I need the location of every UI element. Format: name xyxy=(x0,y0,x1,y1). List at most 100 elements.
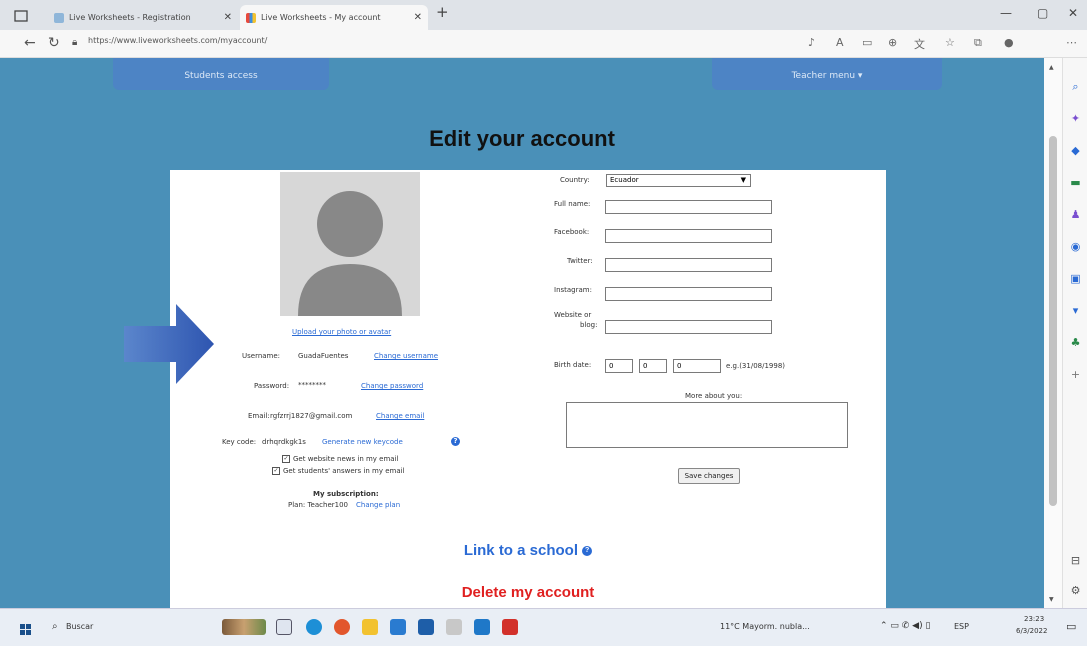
refresh-icon[interactable]: ↻ xyxy=(48,35,60,51)
tab-actions-icon[interactable] xyxy=(14,7,30,22)
birth-example-text: e.g.(31/08/1998) xyxy=(726,362,786,370)
web-page: Students access Teacher menu ▾ Edit your… xyxy=(0,58,1044,608)
scrollbar-thumb[interactable] xyxy=(1049,136,1057,506)
favorites-star-icon[interactable]: ☆ xyxy=(945,36,955,49)
tag-icon[interactable]: ◆ xyxy=(1069,144,1082,157)
clock-date[interactable]: 6/3/2022 xyxy=(1016,627,1047,635)
system-tray-icons[interactable]: ⌃ ▭ ✆ ◀) ▯ xyxy=(880,621,930,631)
file-explorer-icon[interactable] xyxy=(362,619,378,635)
delete-account-link[interactable]: Delete my account xyxy=(170,584,886,601)
upload-photo-link[interactable]: Upload your photo or avatar xyxy=(292,328,391,336)
add-icon[interactable]: + xyxy=(1069,368,1082,381)
close-tab-icon[interactable]: ✕ xyxy=(414,12,422,23)
birth-year-field[interactable]: 0 xyxy=(673,359,721,373)
outlook-taskbar-icon[interactable] xyxy=(474,619,490,635)
change-password-link[interactable]: Change password xyxy=(361,382,423,390)
worksheet-favicon-icon xyxy=(54,12,64,23)
students-access-button[interactable]: Students access xyxy=(113,58,329,90)
settings-gear-icon[interactable]: ⚙ xyxy=(1069,584,1082,597)
help-icon[interactable]: ? xyxy=(582,546,593,557)
password-value: ******** xyxy=(298,381,326,389)
worksheet-favicon-icon xyxy=(246,12,256,23)
twitter-label: Twitter: xyxy=(567,257,593,265)
email-label: Email: xyxy=(248,412,270,420)
minimize-button[interactable]: — xyxy=(1000,6,1012,20)
tab-registration[interactable]: Live Worksheets - Registration ✕ xyxy=(48,5,238,30)
sparkle-icon[interactable]: ✦ xyxy=(1069,112,1082,125)
generate-keycode-link[interactable]: Generate new keycode xyxy=(322,438,403,446)
scroll-up-icon[interactable]: ▲ xyxy=(1049,64,1054,71)
weather-widget[interactable]: 11°C Mayorm. nubla... xyxy=(720,622,810,631)
chrome-icon[interactable] xyxy=(334,619,350,635)
more-about-label: More about you: xyxy=(685,392,743,400)
zoom-icon[interactable]: ⊕ xyxy=(888,36,897,49)
tab-my-account[interactable]: Live Worksheets - My account ✕ xyxy=(240,5,428,30)
games-icon[interactable]: ♟ xyxy=(1069,208,1082,221)
panel-icon[interactable]: ⊟ xyxy=(1069,554,1082,567)
taskbar-search-icon[interactable]: ⌕ xyxy=(52,621,58,632)
new-tab-button[interactable]: + xyxy=(436,3,449,21)
edge-browser-icon[interactable] xyxy=(306,619,322,635)
collections-icon[interactable]: ⧉ xyxy=(974,36,982,50)
more-menu-icon[interactable]: ⋯ xyxy=(1066,36,1077,49)
instagram-field[interactable] xyxy=(605,287,772,301)
outlook-icon[interactable]: ▣ xyxy=(1069,272,1082,285)
more-about-textarea[interactable] xyxy=(566,402,848,448)
link-to-school-row[interactable]: Link to a school ? xyxy=(170,542,886,559)
birth-month-field[interactable]: 0 xyxy=(639,359,667,373)
briefcase-icon[interactable]: ▬ xyxy=(1069,176,1082,189)
acrobat-icon[interactable] xyxy=(502,619,518,635)
user-silhouette-icon xyxy=(298,191,402,316)
answers-checkbox-row[interactable]: ✓ Get students' answers in my email xyxy=(272,467,405,475)
news-checkbox-row[interactable]: ✓ Get website news in my email xyxy=(282,455,398,463)
scroll-down-icon[interactable]: ▼ xyxy=(1049,596,1054,603)
tool-icon[interactable] xyxy=(446,619,462,635)
page-title: Edit your account xyxy=(429,126,615,151)
url-field[interactable]: https://www.liveworksheets.com/myaccount… xyxy=(88,36,267,45)
change-plan-link[interactable]: Change plan xyxy=(356,501,400,509)
tree-icon[interactable]: ♣ xyxy=(1069,336,1082,349)
website-field[interactable] xyxy=(605,320,772,334)
close-tab-icon[interactable]: ✕ xyxy=(224,12,232,23)
office-icon[interactable]: ◉ xyxy=(1069,240,1082,253)
birth-day-field[interactable]: 0 xyxy=(605,359,633,373)
facebook-field[interactable] xyxy=(605,229,772,243)
twitter-field[interactable] xyxy=(605,258,772,272)
taskbar-search-input[interactable]: Buscar xyxy=(66,622,93,631)
link-to-school-link[interactable]: Link to a school xyxy=(464,542,578,559)
facebook-label: Facebook: xyxy=(554,228,590,236)
save-changes-button[interactable]: Save changes xyxy=(678,468,740,484)
country-select[interactable]: Ecuador ▼ xyxy=(606,174,751,187)
drop-icon[interactable]: ▾ xyxy=(1069,304,1082,317)
read-aloud-icon[interactable]: ♪ xyxy=(808,36,815,49)
address-bar: ← ↻ 🔒︎ https://www.liveworksheets.com/my… xyxy=(0,30,1087,58)
back-arrow-icon[interactable]: ← xyxy=(24,35,36,51)
email-value: rgfzrrj1827@gmail.com xyxy=(270,412,353,420)
notification-icon[interactable]: ▭ xyxy=(1066,620,1076,633)
store-icon[interactable] xyxy=(390,619,406,635)
profile-icon[interactable]: ● xyxy=(1004,36,1014,49)
fullname-field[interactable] xyxy=(605,200,772,214)
search-icon[interactable]: ⌕ xyxy=(1069,80,1082,93)
username-label: Username: xyxy=(242,352,281,360)
split-screen-icon[interactable]: ▭ xyxy=(862,36,872,49)
teacher-menu-button[interactable]: Teacher menu ▾ xyxy=(712,58,942,90)
mail-icon[interactable] xyxy=(418,619,434,635)
translate-icon[interactable]: 文 xyxy=(914,36,925,52)
close-window-button[interactable]: ✕ xyxy=(1068,6,1078,20)
maximize-button[interactable]: ▢ xyxy=(1037,6,1048,20)
task-view-icon[interactable] xyxy=(276,619,292,635)
lock-icon[interactable]: 🔒︎ xyxy=(72,37,77,48)
subscription-title: My subscription: xyxy=(313,490,379,498)
help-icon[interactable]: ? xyxy=(451,437,460,446)
checkbox-checked-icon[interactable]: ✓ xyxy=(272,467,280,475)
change-email-link[interactable]: Change email xyxy=(376,412,424,420)
page-scrollbar[interactable]: ▲ ▼ xyxy=(1044,58,1062,608)
news-widget-icon[interactable] xyxy=(222,619,266,635)
windows-start-icon[interactable] xyxy=(20,621,32,640)
clock-time[interactable]: 23:23 xyxy=(1024,615,1044,623)
text-size-icon[interactable]: A xyxy=(836,36,844,49)
change-username-link[interactable]: Change username xyxy=(374,352,438,360)
language-indicator[interactable]: ESP xyxy=(954,622,969,631)
checkbox-checked-icon[interactable]: ✓ xyxy=(282,455,290,463)
